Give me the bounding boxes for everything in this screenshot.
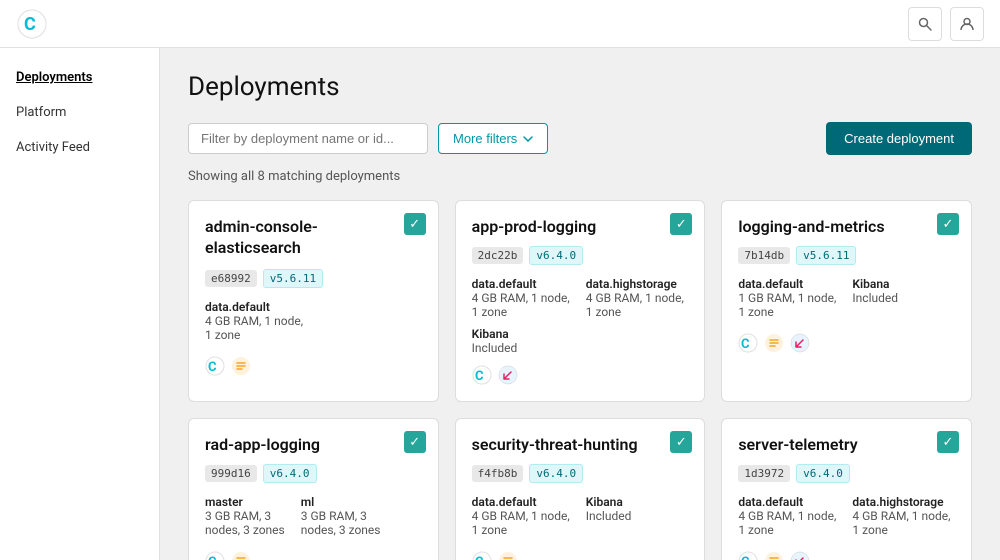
card-hash-badge: e68992 (205, 270, 257, 287)
col-value: 3 GB RAM, 3nodes, 3 zones (205, 509, 285, 537)
app-logo: C (16, 8, 48, 40)
card-check-icon: ✓ (937, 213, 959, 235)
card-hash-badge: 7b14db (738, 247, 790, 264)
chevron-down-icon (523, 136, 533, 142)
col-value: Included (586, 509, 632, 523)
deployment-grid: ✓ admin-console-elasticsearch e68992 v5.… (188, 200, 972, 560)
card-check-icon: ✓ (937, 431, 959, 453)
main-content: Deployments More filters Create deployme… (160, 0, 1000, 560)
kibana-label: Kibana (472, 327, 689, 341)
card-hash-badge: f4fb8b (472, 465, 524, 482)
col-value: 4 GB RAM, 1 node,1 zone (472, 509, 570, 537)
elasticsearch-icon (764, 551, 784, 560)
col-header: Kibana (852, 277, 898, 291)
card-version-badge: v5.6.11 (263, 269, 323, 288)
card-check-icon: ✓ (404, 213, 426, 235)
card-title: app-prod-logging (472, 217, 689, 236)
sidebar-item-activity-feed[interactable]: Activity Feed (0, 130, 159, 165)
search-button[interactable] (908, 7, 942, 41)
elasticsearch-icon (231, 551, 251, 560)
col-value: 4 GB RAM, 1 node,1 zone (852, 509, 950, 537)
card-version-badge: v6.4.0 (529, 464, 583, 483)
more-filters-button[interactable]: More filters (438, 123, 548, 154)
card-version-badge: v6.4.0 (529, 246, 583, 265)
col-value: 4 GB RAM, 1 node,1 zone (205, 314, 422, 342)
card-title: security-threat-hunting (472, 435, 689, 454)
col-header: data.highstorage (852, 495, 950, 509)
col-header: master (205, 495, 285, 509)
elastic-cloud-icon: C (472, 365, 492, 385)
card-version-badge: v5.6.11 (796, 246, 856, 265)
card-check-icon: ✓ (404, 431, 426, 453)
sidebar-item-platform[interactable]: Platform (0, 95, 159, 130)
col-header: data.default (738, 495, 836, 509)
col-value: 1 GB RAM, 1 node,1 zone (738, 291, 836, 319)
search-icon (917, 16, 933, 32)
svg-text:C: C (208, 555, 217, 560)
create-deployment-button[interactable]: Create deployment (826, 122, 972, 155)
col-header: ml (301, 495, 381, 509)
deployment-card[interactable]: ✓ logging-and-metrics 7b14db v5.6.11 dat… (721, 200, 972, 402)
filter-input[interactable] (188, 123, 428, 154)
card-version-badge: v6.4.0 (796, 464, 850, 483)
svg-text:C: C (475, 555, 484, 560)
results-text: Showing all 8 matching deployments (188, 169, 972, 184)
col-value: 3 GB RAM, 3nodes, 3 zones (301, 509, 381, 537)
col-header: data.default (738, 277, 836, 291)
deployment-card[interactable]: ✓ app-prod-logging 2dc22b v6.4.0 data.de… (455, 200, 706, 402)
elastic-cloud-icon: C (738, 333, 758, 353)
elasticsearch-icon (764, 333, 784, 353)
deployment-card[interactable]: ✓ rad-app-logging 999d16 v6.4.0 master 3… (188, 418, 439, 560)
col-header: data.default (472, 495, 570, 509)
col-header: data.highstorage (586, 277, 684, 291)
page-title: Deployments (188, 72, 972, 102)
svg-text:C: C (475, 369, 484, 384)
card-title: rad-app-logging (205, 435, 422, 454)
svg-text:C: C (24, 14, 36, 35)
card-check-icon: ✓ (670, 431, 692, 453)
col-header: data.default (472, 277, 570, 291)
user-button[interactable] (950, 7, 984, 41)
deployment-card[interactable]: ✓ admin-console-elasticsearch e68992 v5.… (188, 200, 439, 402)
svg-text:C: C (741, 337, 750, 352)
card-hash-badge: 1d3972 (738, 465, 790, 482)
col-value: 4 GB RAM, 1 node,1 zone (738, 509, 836, 537)
col-header: data.default (205, 300, 422, 314)
card-hash-badge: 999d16 (205, 465, 257, 482)
col-header: Kibana (586, 495, 632, 509)
user-icon (959, 16, 975, 32)
elastic-cloud-icon: C (205, 356, 225, 376)
elasticsearch-icon (498, 551, 518, 560)
kibana-icon (790, 551, 810, 560)
kibana-icon (498, 365, 518, 385)
card-title: logging-and-metrics (738, 217, 955, 236)
col-value: 4 GB RAM, 1 node,1 zone (586, 291, 684, 319)
filter-row: More filters Create deployment (188, 122, 972, 155)
svg-text:C: C (208, 360, 217, 375)
sidebar: Deployments Platform Activity Feed (0, 0, 160, 560)
elasticsearch-icon (231, 356, 251, 376)
svg-text:C: C (741, 555, 750, 560)
col-value: Included (852, 291, 898, 305)
elastic-cloud-icon: C (472, 551, 492, 560)
sidebar-item-deployments[interactable]: Deployments (0, 60, 159, 95)
card-hash-badge: 2dc22b (472, 247, 524, 264)
deployment-card[interactable]: ✓ server-telemetry 1d3972 v6.4.0 data.de… (721, 418, 972, 560)
card-check-icon: ✓ (670, 213, 692, 235)
elastic-cloud-icon: C (205, 551, 225, 560)
kibana-icon (790, 333, 810, 353)
card-title: admin-console-elasticsearch (205, 217, 422, 259)
elastic-cloud-icon: C (738, 551, 758, 560)
deployment-card[interactable]: ✓ security-threat-hunting f4fb8b v6.4.0 … (455, 418, 706, 560)
col-value: 4 GB RAM, 1 node,1 zone (472, 291, 570, 319)
card-title: server-telemetry (738, 435, 955, 454)
card-version-badge: v6.4.0 (263, 464, 317, 483)
kibana-value: Included (472, 341, 689, 355)
